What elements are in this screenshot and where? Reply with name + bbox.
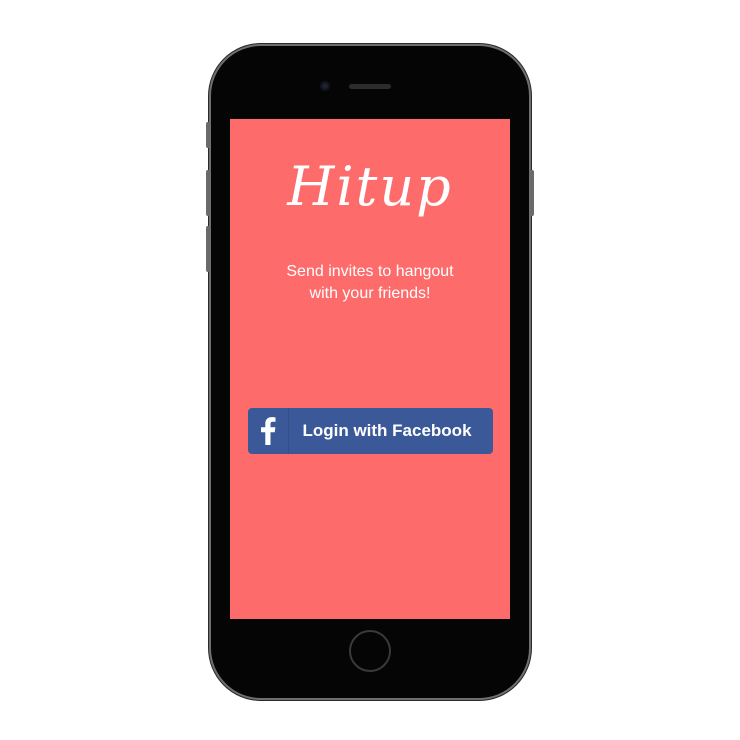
app-logo: Hitup bbox=[287, 155, 453, 218]
login-with-facebook-button[interactable]: Login with Facebook bbox=[248, 408, 493, 454]
tagline-line-1: Send invites to hangout bbox=[286, 263, 454, 280]
device-mockup: Hitup Send invites to hangout with your … bbox=[0, 0, 740, 740]
mute-switch bbox=[206, 122, 210, 148]
tagline: Send invites to hangout with your friend… bbox=[250, 261, 490, 305]
volume-down-button bbox=[206, 226, 210, 272]
earpiece-speaker bbox=[349, 84, 391, 89]
home-button[interactable] bbox=[349, 630, 391, 672]
app-screen: Hitup Send invites to hangout with your … bbox=[230, 119, 510, 619]
front-camera bbox=[320, 81, 330, 91]
facebook-button-label: Login with Facebook bbox=[302, 421, 472, 440]
facebook-icon bbox=[248, 408, 289, 454]
tagline-line-2: with your friends! bbox=[309, 285, 431, 302]
power-button bbox=[530, 170, 534, 216]
volume-up-button bbox=[206, 170, 210, 216]
